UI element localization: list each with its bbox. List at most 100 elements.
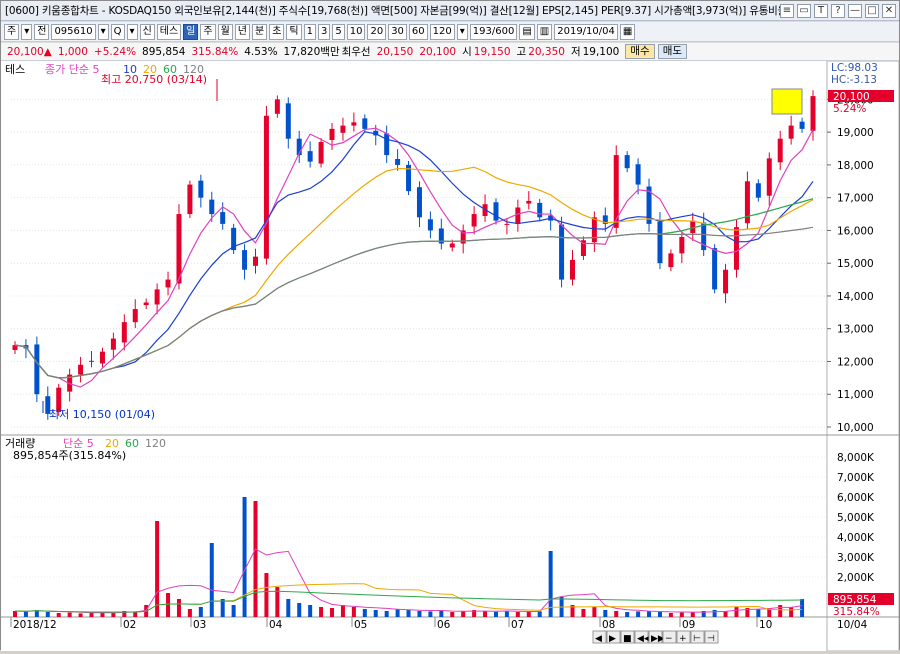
candle-body <box>220 212 226 224</box>
price-tick-label: 14,000 <box>837 291 874 303</box>
x-tick-label: 02 <box>123 619 136 631</box>
trade-amount: 17,820백만 <box>283 46 340 58</box>
help-icon[interactable]: ? <box>831 3 845 18</box>
tb-new[interactable]: 신 <box>139 23 155 40</box>
chart-background <box>1 61 899 651</box>
tb-day[interactable]: 일 <box>183 23 199 40</box>
candle-body <box>242 250 248 270</box>
chart-area[interactable]: 20,00019,00018,00017,00016,00015,00014,0… <box>1 60 900 652</box>
volume-bar <box>384 611 389 617</box>
price-volume-chart[interactable]: 20,00019,00018,00017,00016,00015,00014,0… <box>1 60 900 652</box>
x-tick-label: 04 <box>269 619 283 631</box>
tb-week[interactable]: 주 <box>200 23 216 40</box>
price-tick-label: 17,000 <box>837 193 874 205</box>
buy-button[interactable]: 매수 <box>625 44 655 59</box>
tb-drop2[interactable]: ▾ <box>97 23 109 40</box>
candle-body <box>263 115 269 259</box>
range-end-button-label: ⊣ <box>707 634 715 644</box>
menu-icon[interactable]: ≡ <box>780 3 794 18</box>
volume-tick-label: 8,000K <box>837 452 875 464</box>
maximize-button[interactable]: □ <box>865 3 879 18</box>
candle-body <box>471 214 477 227</box>
tb-count[interactable]: 193/600 <box>469 23 518 40</box>
window-icon[interactable]: ▭ <box>797 3 811 18</box>
volume-bar <box>362 609 367 617</box>
candle-body <box>209 199 215 215</box>
last-volume-pct: 315.84% <box>833 606 880 618</box>
volume-bar <box>187 609 192 617</box>
tb-drop4[interactable]: ▾ <box>456 23 468 40</box>
tb-type[interactable]: 주 <box>4 23 20 40</box>
tb-drop3[interactable]: ▾ <box>126 23 138 40</box>
text-icon[interactable]: T <box>814 3 828 18</box>
x-tick-label: 08 <box>602 619 615 631</box>
tb-tick[interactable]: 틱 <box>286 23 302 40</box>
volume-bar <box>176 599 181 617</box>
tb-120[interactable]: 120 <box>429 23 455 40</box>
volume-bar <box>636 611 641 617</box>
volume-bar <box>253 501 258 617</box>
candle-body <box>351 122 357 126</box>
volume-bar <box>450 612 455 617</box>
candle-body <box>504 223 510 225</box>
tb-20[interactable]: 20 <box>367 23 387 40</box>
volume-bar <box>800 599 805 617</box>
tb-search[interactable]: Q <box>110 23 125 40</box>
tb-cal[interactable]: ▦ <box>619 23 636 40</box>
tb-grid2[interactable]: ▥ <box>536 23 553 40</box>
volume-tick-label: 5,000K <box>837 512 875 524</box>
volume-bar <box>45 612 50 617</box>
tb-drop1[interactable]: ▾ <box>21 23 33 40</box>
volume-bar <box>89 613 94 617</box>
price-change: 1,000 <box>57 45 88 58</box>
tb-year[interactable]: 년 <box>234 23 250 40</box>
candle-body <box>395 159 401 165</box>
volume-legend-ma-120: 120 <box>145 437 166 450</box>
sell-button[interactable]: 매도 <box>657 44 688 59</box>
minimize-button[interactable]: — <box>848 3 862 18</box>
candle-body <box>78 364 84 375</box>
volume-bar <box>395 609 400 617</box>
volume-bar <box>734 607 739 617</box>
tb-date[interactable]: 2019/10/04 <box>554 23 618 40</box>
candle-body <box>285 103 291 139</box>
tb-month[interactable]: 월 <box>217 23 233 40</box>
volume-bar <box>657 612 662 617</box>
candle-body <box>723 269 729 294</box>
x-tick-label: 09 <box>682 619 695 631</box>
volume-tick-label: 3,000K <box>837 552 875 564</box>
tb-10[interactable]: 10 <box>346 23 366 40</box>
tb-all[interactable]: 전 <box>34 23 50 40</box>
zoom-in-button-label: + <box>679 634 687 644</box>
volume-bar <box>78 613 83 617</box>
tb-name[interactable]: 테스 <box>156 23 182 40</box>
volume-bar <box>493 611 498 617</box>
volume-bar <box>690 612 695 617</box>
tb-code[interactable]: 095610 <box>51 23 96 40</box>
price-tick-label: 11,000 <box>837 389 874 401</box>
tb-min[interactable]: 분 <box>251 23 268 40</box>
volume-tick-label: 6,000K <box>837 492 875 504</box>
tb-30[interactable]: 30 <box>388 23 407 40</box>
volume-tick-label: 7,000K <box>837 472 875 484</box>
tb-3[interactable]: 3 <box>317 23 331 40</box>
tb-1[interactable]: 1 <box>303 23 316 40</box>
price-tick-label: 15,000 <box>837 258 874 270</box>
volume-bar <box>231 605 236 617</box>
candle-body <box>198 180 204 198</box>
tb-sec[interactable]: 초 <box>269 23 285 40</box>
candle-body <box>110 338 116 350</box>
volume-bar <box>308 605 313 617</box>
best-buy-price: 20,100 <box>419 45 457 58</box>
high-label: 고 <box>516 46 527 58</box>
volume-bar <box>56 613 61 617</box>
tb-60[interactable]: 60 <box>408 23 428 40</box>
volume-bar <box>756 609 761 617</box>
low-price: 19,100 <box>582 45 620 58</box>
legend-ma5: 종가 단순 5 <box>45 63 99 76</box>
candle-body <box>143 302 149 306</box>
tb-5[interactable]: 5 <box>332 23 345 40</box>
close-button[interactable]: ✕ <box>882 3 896 18</box>
tb-grid1[interactable]: ▤ <box>519 23 535 40</box>
candle-body <box>99 351 105 364</box>
